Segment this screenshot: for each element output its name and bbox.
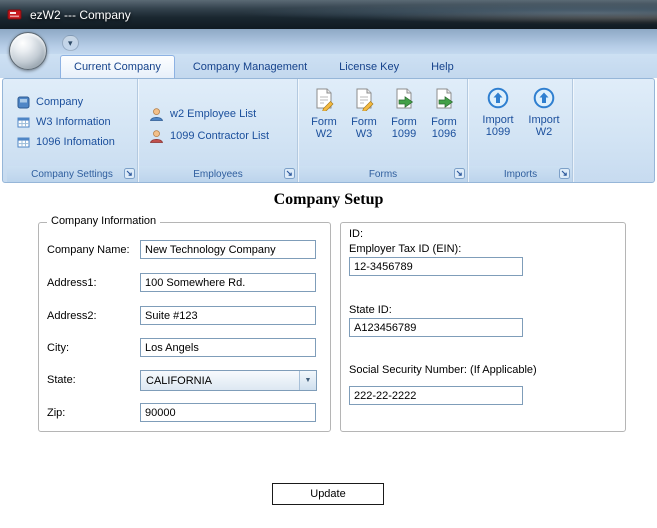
company-name-input[interactable] [140,240,316,259]
ribbon-tab-row: Current Company Company Management Licen… [0,54,657,78]
ribbon-button-import-w2[interactable]: Import W2 [523,84,565,164]
ribbon-button-label: Import W2 [528,114,560,138]
state-label: State: [47,374,76,386]
ribbon-button-form-1096[interactable]: Form 1096 [425,84,463,164]
form-edit-icon [312,87,336,112]
ribbon-group-employees: w2 Employee List 1099 Contractor List Em… [139,79,298,182]
address2-input[interactable] [140,306,316,325]
table-icon [17,136,30,149]
ribbon-item-label: W3 Information [36,116,111,128]
ribbon-item-label: 1096 Infomation [36,136,115,148]
ribbon: Company W3 Information 1096 Infomation C… [2,78,655,183]
group-caption-company-settings: Company Settings [7,166,137,182]
id-groupbox: ID: Employer Tax ID (EIN): State ID: Soc… [340,222,626,432]
ribbon-item-label: Company [36,96,84,108]
app-icon [7,8,23,22]
ribbon-button-import-1099[interactable]: Import 1099 [477,84,519,164]
ssn-label: Social Security Number: (If Applicable) [349,364,537,376]
ribbon-button-label: Import 1099 [482,114,514,138]
ribbon-group-imports: Import 1099 Import W2 Imports [469,79,573,182]
ribbon-button-form-w2[interactable]: Form W2 [305,84,343,164]
ribbon-button-label: Form 1096 [431,116,457,140]
groupbox-legend: Company Information [47,215,161,227]
tab-company-management[interactable]: Company Management [179,55,321,78]
form-edit-icon [352,87,376,112]
main-content: Company Setup Company Information Compan… [0,183,657,528]
state-select[interactable]: CALIFORNIA ▼ [140,370,317,391]
address1-input[interactable] [140,273,316,292]
company-icon [17,96,30,109]
ribbon-item-w3-information[interactable]: W3 Information [7,112,137,132]
ribbon-item-label: 1099 Contractor List [170,130,270,142]
tab-license-key[interactable]: License Key [325,55,413,78]
person-icon [149,129,164,144]
person-icon [149,107,164,122]
qat-dropdown-button[interactable]: ▾ [62,35,79,51]
table-icon [17,116,30,129]
city-label: City: [47,342,69,354]
application-menu-orb[interactable] [9,32,47,70]
app-window: ezW2 --- Company ▾ Current Company Compa… [0,0,657,528]
zip-label: Zip: [47,407,66,419]
ribbon-item-w2-employee-list[interactable]: w2 Employee List [139,103,297,125]
ribbon-item-label: w2 Employee List [170,108,257,120]
city-input[interactable] [140,338,316,357]
page-title: Company Setup [273,191,384,208]
tab-help[interactable]: Help [417,55,468,78]
ribbon-button-form-w3[interactable]: Form W3 [345,84,383,164]
address1-label: Address1: [47,277,97,289]
ssn-input[interactable] [349,386,523,405]
state-id-input[interactable] [349,318,523,337]
ribbon-group-company-settings: Company W3 Information 1096 Infomation C… [7,79,138,182]
ribbon-item-1096-information[interactable]: 1096 Infomation [7,132,137,152]
window-title: ezW2 --- Company [30,7,131,22]
address2-label: Address2: [47,310,97,322]
ein-label: Employer Tax ID (EIN): [349,243,462,255]
ein-input[interactable] [349,257,523,276]
tab-current-company[interactable]: Current Company [60,55,175,78]
dialog-launcher-icon[interactable] [454,168,465,179]
quick-access-strip [0,29,657,54]
ribbon-button-label: Form W2 [311,116,337,140]
ribbon-button-label: Form 1099 [391,116,417,140]
dialog-launcher-icon[interactable] [559,168,570,179]
group-caption-imports: Imports [469,166,572,182]
group-caption-employees: Employees [139,166,297,182]
dialog-launcher-icon[interactable] [124,168,135,179]
ribbon-button-label: Form W3 [351,116,377,140]
company-name-label: Company Name: [47,244,130,256]
form-export-icon [432,87,456,111]
titlebar: ezW2 --- Company [0,0,657,29]
state-select-value: CALIFORNIA [146,374,213,387]
update-button[interactable]: Update [272,483,384,505]
state-id-label: State ID: [349,304,392,316]
chevron-down-icon: ▾ [68,37,73,48]
ribbon-item-1099-contractor-list[interactable]: 1099 Contractor List [139,125,297,147]
id-heading: ID: [349,228,364,240]
import-circle-icon [533,87,555,109]
ribbon-item-company[interactable]: Company [7,92,137,112]
ribbon-button-form-1099[interactable]: Form 1099 [385,84,423,164]
group-caption-forms: Forms [299,166,467,182]
company-information-groupbox: Company Information Company Name: Addres… [38,215,331,432]
form-export-icon [392,87,416,111]
dialog-launcher-icon[interactable] [284,168,295,179]
import-circle-icon [487,87,509,109]
ribbon-group-forms: Form W2 Form W3 Form 1099 Form 1096 Form… [299,79,468,182]
zip-input[interactable] [140,403,316,422]
chevron-down-icon[interactable]: ▼ [299,371,316,390]
